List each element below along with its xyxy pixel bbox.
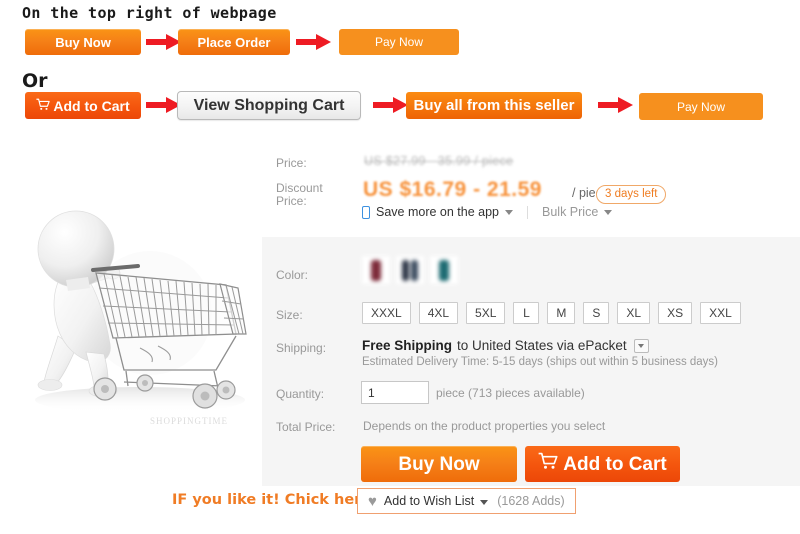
shipping-label: Shipping: — [276, 341, 327, 355]
quantity-availability-note: piece (713 pieces available) — [436, 386, 585, 400]
total-price-value: Depends on the product properties you se… — [363, 419, 606, 433]
price-extras-row: Save more on the app Bulk Price — [362, 205, 613, 219]
flow-add-to-cart-button[interactable]: Add to Cart — [25, 92, 141, 119]
flow-add-to-cart-label: Add to Cart — [53, 97, 130, 114]
flow-place-order-button[interactable]: Place Order — [178, 29, 290, 55]
chevron-down-icon-app — [505, 209, 513, 215]
shipping-select-dropdown[interactable] — [633, 338, 649, 353]
arrow-right-icon-5 — [598, 97, 633, 113]
cart-icon-2 — [538, 452, 558, 476]
size-chip-0[interactable]: XXXL — [362, 302, 411, 324]
size-chip-list: XXXL 4XL 5XL L M S XL XS XXL — [362, 302, 749, 324]
size-chip-7[interactable]: XS — [658, 302, 693, 324]
size-chip-6[interactable]: XL — [617, 302, 651, 324]
size-chip-2[interactable]: 5XL — [466, 302, 506, 324]
quantity-label: Quantity: — [276, 387, 325, 401]
size-chip-8[interactable]: XXL — [700, 302, 741, 324]
mobile-phone-icon — [362, 205, 370, 219]
size-chip-1[interactable]: 4XL — [418, 302, 459, 324]
bulk-price-link[interactable]: Bulk Price — [542, 205, 613, 219]
flow-pay-now-button-bottom[interactable]: Pay Now — [639, 93, 763, 120]
discount-price-value: US $16.79 - 21.59 — [363, 178, 542, 201]
app-offer-label: Save more on the app — [376, 205, 499, 219]
color-swatch-list — [362, 256, 464, 284]
color-swatch-2[interactable] — [430, 256, 458, 284]
arrow-right-icon-1 — [146, 34, 181, 50]
shipping-destination-label: to United States via ePacket — [457, 338, 627, 353]
original-price: US $27.99 - 35.99 / piece — [364, 154, 514, 168]
instruction-or: Or — [22, 70, 48, 92]
quantity-input[interactable] — [361, 381, 429, 404]
discount-price-label-line1: Discount — [276, 181, 323, 195]
instruction-title: On the top right of webpage — [22, 4, 277, 22]
heart-icon: ♥ — [368, 492, 377, 510]
size-label: Size: — [276, 308, 303, 322]
chevron-down-icon-wishlist — [480, 499, 489, 505]
wish-list-count: (1628 Adds) — [497, 494, 565, 508]
buy-now-button[interactable]: Buy Now — [361, 446, 517, 482]
bulk-price-label: Bulk Price — [542, 205, 599, 219]
flow-place-order-label: Place Order — [197, 34, 271, 50]
price-label: Price: — [276, 156, 307, 170]
size-chip-5[interactable]: S — [583, 302, 610, 324]
arrow-right-icon-2 — [296, 34, 331, 50]
like-it-note: IF you like it! Chick here~ — [172, 492, 384, 508]
watermark: SHOPPINGTIME — [150, 416, 229, 426]
shipping-free-label: Free Shipping — [362, 338, 453, 353]
arrow-right-icon-4 — [373, 97, 408, 113]
discount-price-label-line2: Price: — [276, 194, 307, 208]
promo-countdown-badge: 3 days left — [596, 185, 667, 204]
flow-pay-now-label-bottom: Pay Now — [676, 99, 726, 114]
shipping-estimate: Estimated Delivery Time: 5-15 days (ship… — [362, 356, 719, 368]
flow-buy-all-seller-button[interactable]: Buy all from this seller — [406, 92, 582, 119]
flow-buy-now-label: Buy Now — [55, 34, 111, 50]
page-root: On the top right of webpage Buy Now Plac… — [0, 0, 800, 534]
product-image: SHOPPINGTIME — [0, 138, 262, 443]
add-to-cart-label: Add to Cart — [563, 453, 667, 475]
chevron-down-icon-shipping — [638, 343, 645, 348]
total-price-label: Total Price: — [276, 420, 336, 434]
color-swatch-1[interactable] — [396, 256, 424, 284]
app-offer-link[interactable]: Save more on the app — [362, 205, 513, 219]
flow-buy-now-button[interactable]: Buy Now — [25, 29, 141, 55]
size-chip-3[interactable]: L — [513, 302, 540, 324]
buy-now-label: Buy Now — [398, 453, 480, 475]
color-swatch-0[interactable] — [362, 256, 390, 284]
flow-pay-now-label-top: Pay Now — [374, 35, 424, 49]
flow-pay-now-button-top[interactable]: Pay Now — [339, 29, 459, 55]
shipping-method-row: Free Shipping to United States via ePack… — [362, 338, 649, 353]
add-to-cart-button[interactable]: Add to Cart — [525, 446, 680, 482]
size-chip-4[interactable]: M — [547, 302, 576, 324]
flow-view-shopping-cart-button[interactable]: View Shopping Cart — [177, 91, 361, 120]
wish-list-label: Add to Wish List — [383, 494, 475, 508]
add-to-wish-list-button[interactable]: ♥ Add to Wish List (1628 Adds) — [357, 488, 576, 514]
flow-view-shopping-cart-label: View Shopping Cart — [193, 96, 345, 114]
divider — [527, 205, 528, 219]
chevron-down-icon-bulk — [604, 209, 613, 215]
cart-icon-1 — [36, 98, 51, 114]
color-label: Color: — [276, 268, 309, 282]
flow-buy-all-seller-label: Buy all from this seller — [413, 97, 575, 114]
